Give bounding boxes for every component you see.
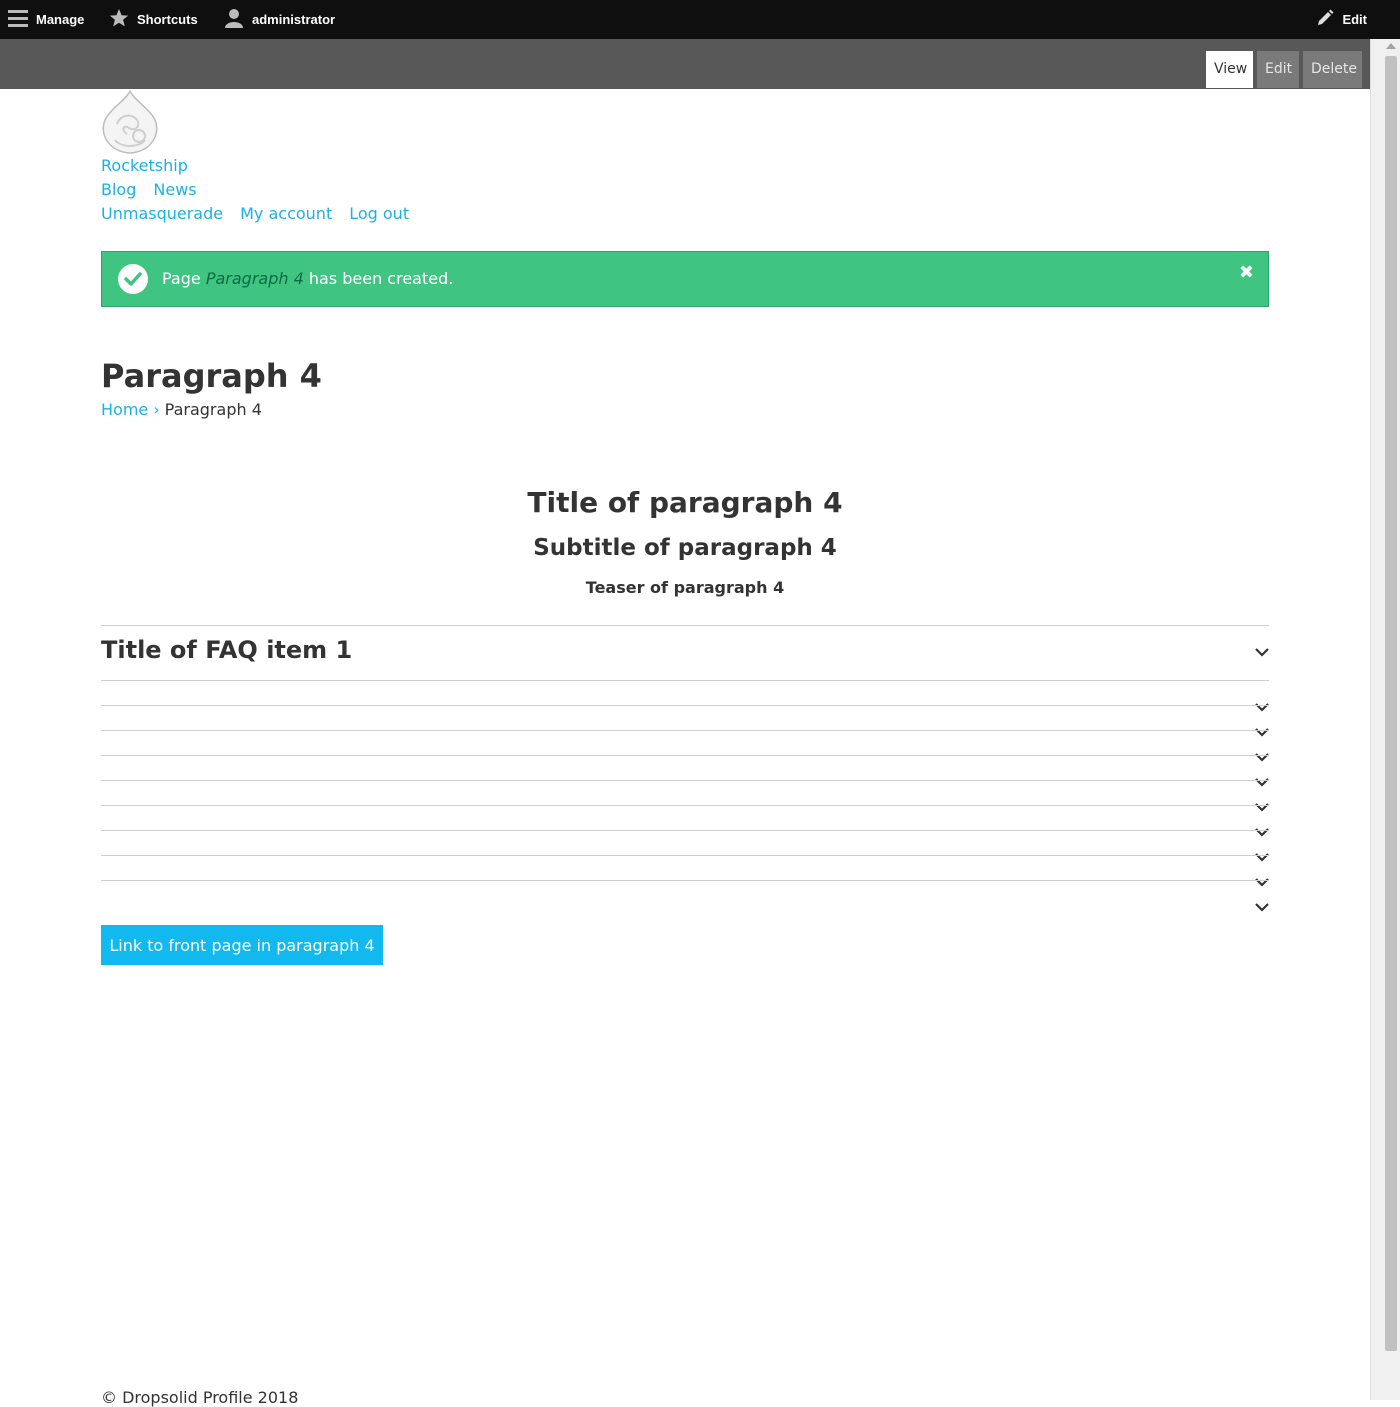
chevron-down-icon[interactable] bbox=[1255, 727, 1269, 737]
tab-view[interactable]: View bbox=[1206, 51, 1253, 88]
faq-divider bbox=[101, 830, 1269, 831]
faq-divider bbox=[101, 730, 1269, 731]
shortcuts-label: Shortcuts bbox=[137, 12, 198, 27]
footer-copyright: © Dropsolid Profile 2018 bbox=[101, 1388, 299, 1407]
chevron-down-icon[interactable] bbox=[1255, 877, 1269, 887]
faq-divider bbox=[101, 625, 1269, 626]
chevron-down-icon[interactable] bbox=[1255, 702, 1269, 712]
paragraph-title: Title of paragraph 4 bbox=[527, 486, 843, 519]
chevron-down-icon[interactable] bbox=[1255, 802, 1269, 812]
scroll-up-arrow-icon[interactable] bbox=[1386, 43, 1396, 49]
breadcrumb: Home › Paragraph 4 bbox=[101, 400, 262, 419]
nav-item-news[interactable]: News bbox=[153, 180, 196, 199]
chevron-down-icon[interactable] bbox=[1255, 902, 1269, 912]
chevron-down-icon[interactable] bbox=[1255, 647, 1269, 657]
admin-toolbar: Manage Shortcuts administrator Edit bbox=[0, 0, 1400, 39]
tab-edit[interactable]: Edit bbox=[1257, 51, 1299, 88]
nav-item-my-account[interactable]: My account bbox=[240, 204, 332, 223]
scrollbar-thumb[interactable] bbox=[1385, 56, 1397, 1351]
message-suffix: has been created. bbox=[308, 269, 454, 288]
faq-divider bbox=[101, 755, 1269, 756]
faq-item-title[interactable]: Title of FAQ item 1 bbox=[101, 636, 352, 664]
site-name-link[interactable]: Rocketship bbox=[101, 156, 188, 175]
local-tasks-bar: View Edit Delete bbox=[0, 39, 1370, 89]
account-navigation: Unmasquerade My account Log out bbox=[101, 204, 426, 223]
user-icon bbox=[224, 8, 244, 31]
edit-label: Edit bbox=[1342, 12, 1367, 27]
faq-divider bbox=[101, 705, 1269, 706]
status-message: Page Paragraph 4 has been created. ✖ bbox=[101, 251, 1269, 307]
chevron-down-icon[interactable] bbox=[1255, 852, 1269, 862]
tab-delete[interactable]: Delete bbox=[1303, 51, 1362, 88]
site-logo[interactable] bbox=[101, 89, 159, 155]
front-page-link-button[interactable]: Link to front page in paragraph 4 bbox=[101, 925, 383, 965]
nav-item-log-out[interactable]: Log out bbox=[349, 204, 409, 223]
breadcrumb-separator: › bbox=[153, 400, 160, 419]
faq-divider bbox=[101, 805, 1269, 806]
breadcrumb-home-link[interactable]: Home bbox=[101, 400, 148, 419]
nav-item-unmasquerade[interactable]: Unmasquerade bbox=[101, 204, 223, 223]
chevron-down-icon[interactable] bbox=[1255, 752, 1269, 762]
paragraph-teaser: Teaser of paragraph 4 bbox=[585, 578, 785, 597]
page-title: Paragraph 4 bbox=[101, 357, 322, 395]
shortcuts-tab[interactable]: Shortcuts bbox=[109, 0, 198, 39]
faq-divider bbox=[101, 780, 1269, 781]
chevron-down-icon[interactable] bbox=[1255, 777, 1269, 787]
status-message-text: Page Paragraph 4 has been created. bbox=[162, 269, 453, 288]
message-prefix: Page bbox=[162, 269, 201, 288]
breadcrumb-current: Paragraph 4 bbox=[164, 400, 262, 419]
manage-label: Manage bbox=[36, 12, 85, 27]
checkmark-icon bbox=[118, 264, 148, 294]
message-node-link[interactable]: Paragraph 4 bbox=[206, 269, 304, 288]
close-icon[interactable]: ✖ bbox=[1239, 262, 1254, 283]
user-label: administrator bbox=[252, 12, 336, 27]
faq-divider bbox=[101, 880, 1269, 881]
faq-divider bbox=[101, 680, 1269, 681]
star-icon bbox=[109, 8, 129, 31]
main-navigation: Blog News bbox=[101, 180, 214, 199]
user-tab[interactable]: administrator bbox=[224, 0, 335, 39]
nav-item-blog[interactable]: Blog bbox=[101, 180, 136, 199]
manage-tab[interactable]: Manage bbox=[8, 0, 84, 39]
faq-divider bbox=[101, 855, 1269, 856]
hamburger-menu-icon bbox=[8, 9, 28, 30]
pencil-icon bbox=[1316, 9, 1334, 30]
chevron-down-icon[interactable] bbox=[1255, 827, 1269, 837]
toolbar-edit-button[interactable]: Edit bbox=[1316, 0, 1367, 39]
paragraph-subtitle: Subtitle of paragraph 4 bbox=[533, 535, 837, 561]
